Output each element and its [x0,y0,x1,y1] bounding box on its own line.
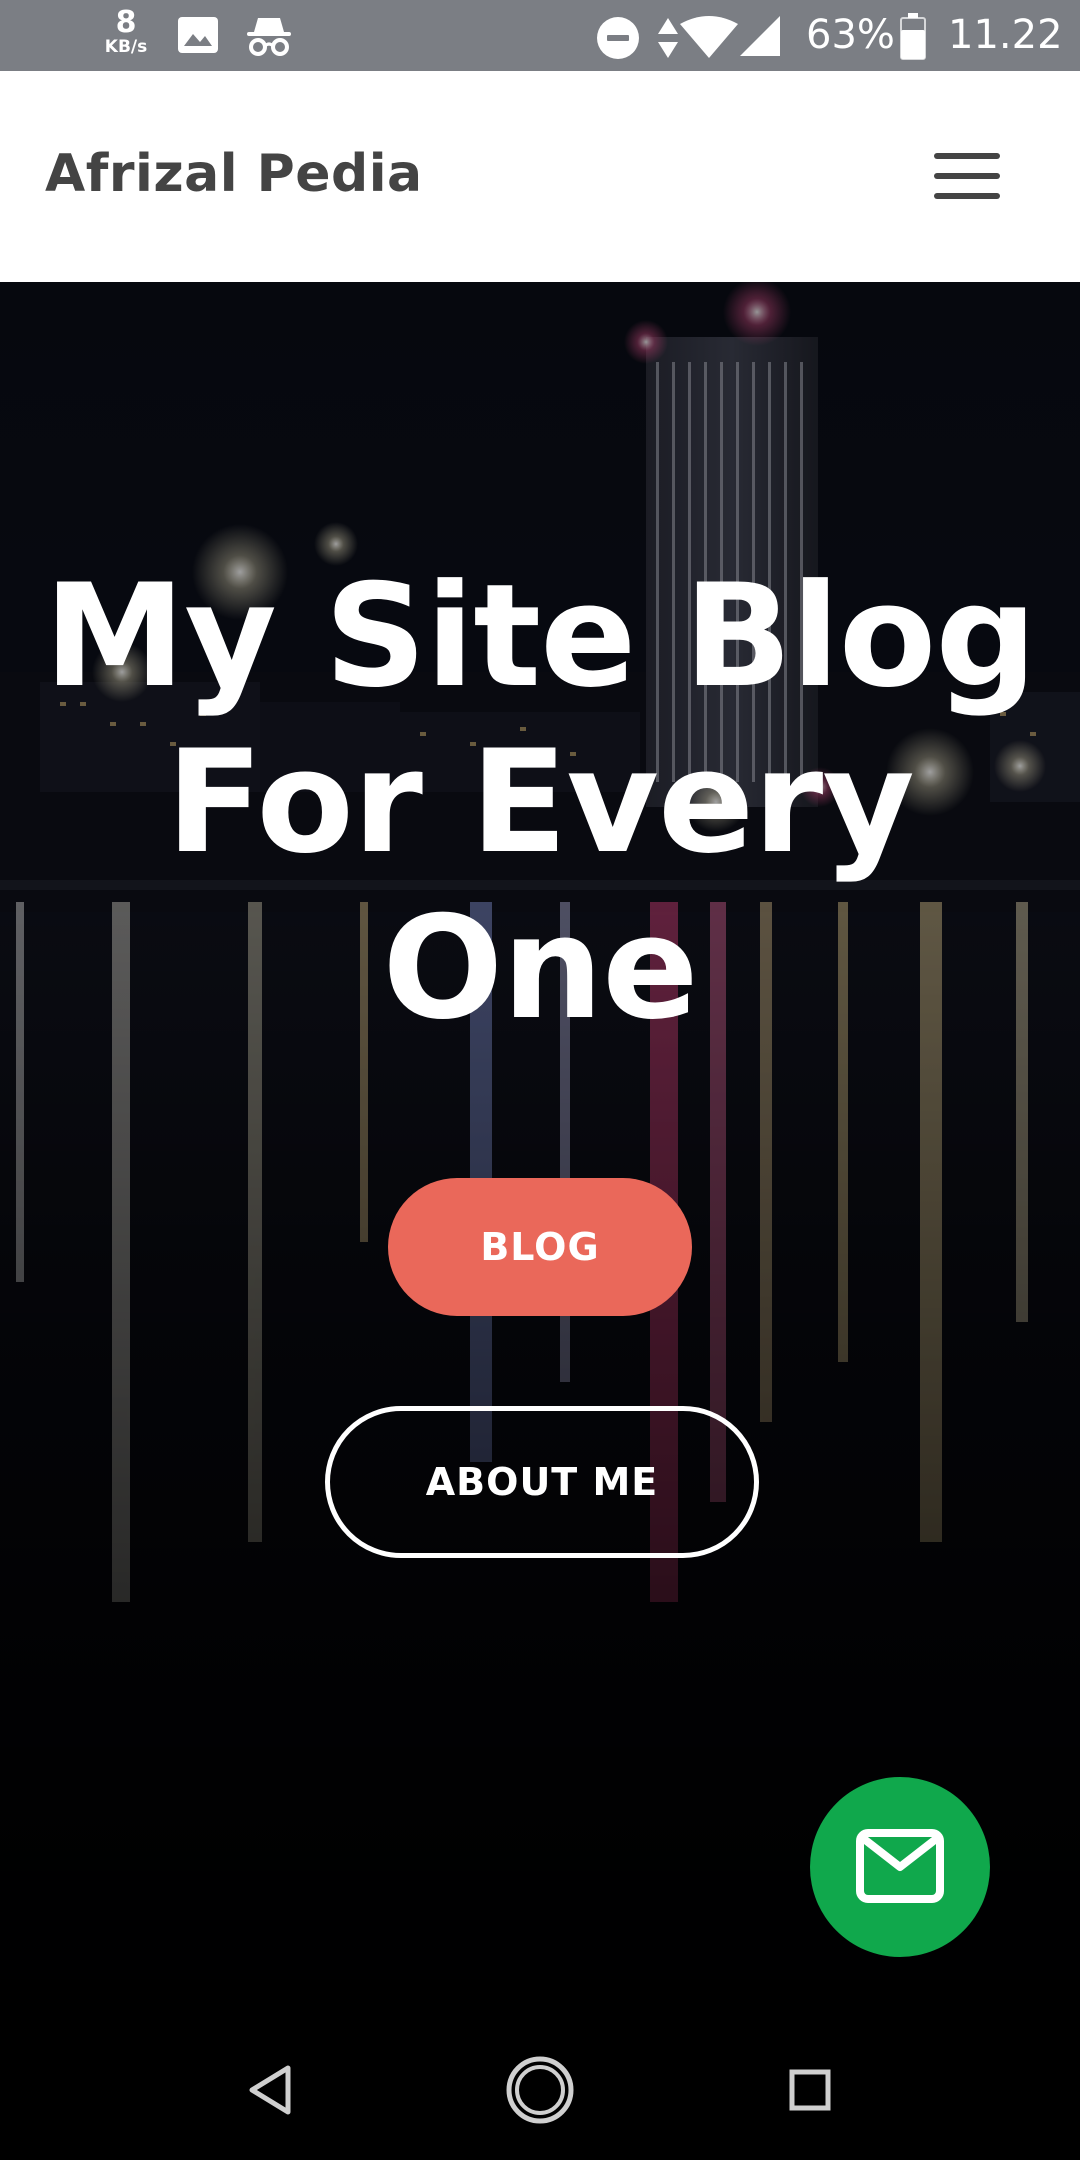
navigation-bar [0,2000,1080,2160]
about-me-button[interactable]: ABOUT ME [325,1406,759,1558]
status-bar: 8 KB/s 63% 11.22 [0,0,1080,71]
mail-icon [856,1829,944,1903]
network-speed-value: 8 [115,5,137,40]
wifi-icon [680,16,738,62]
hero-section: My Site Blog For Every One BLOG ABOUT ME [0,282,1080,2000]
image-icon [176,15,220,59]
clock: 11.22 [948,12,1063,58]
network-speed: 8 KB/s [96,8,156,56]
hero-title: My Site Blog For Every One [44,554,1037,1051]
do-not-disturb-icon [596,16,640,64]
back-icon[interactable] [230,2050,310,2130]
home-icon[interactable] [500,2050,580,2130]
recents-icon[interactable] [770,2050,850,2130]
site-brand[interactable]: Afrizal Pedia [45,144,423,204]
battery-icon [900,12,926,64]
site-header: Afrizal Pedia [0,71,1080,282]
mail-fab-button[interactable] [810,1777,990,1957]
city-night-background [0,282,1080,2000]
network-speed-unit: KB/s [104,37,148,57]
data-arrows-icon [656,16,680,64]
blog-button[interactable]: BLOG [388,1178,692,1316]
incognito-icon [244,14,294,62]
hamburger-menu-icon[interactable] [934,153,1004,199]
battery-percent: 63% [806,12,895,58]
signal-icon [738,14,782,62]
